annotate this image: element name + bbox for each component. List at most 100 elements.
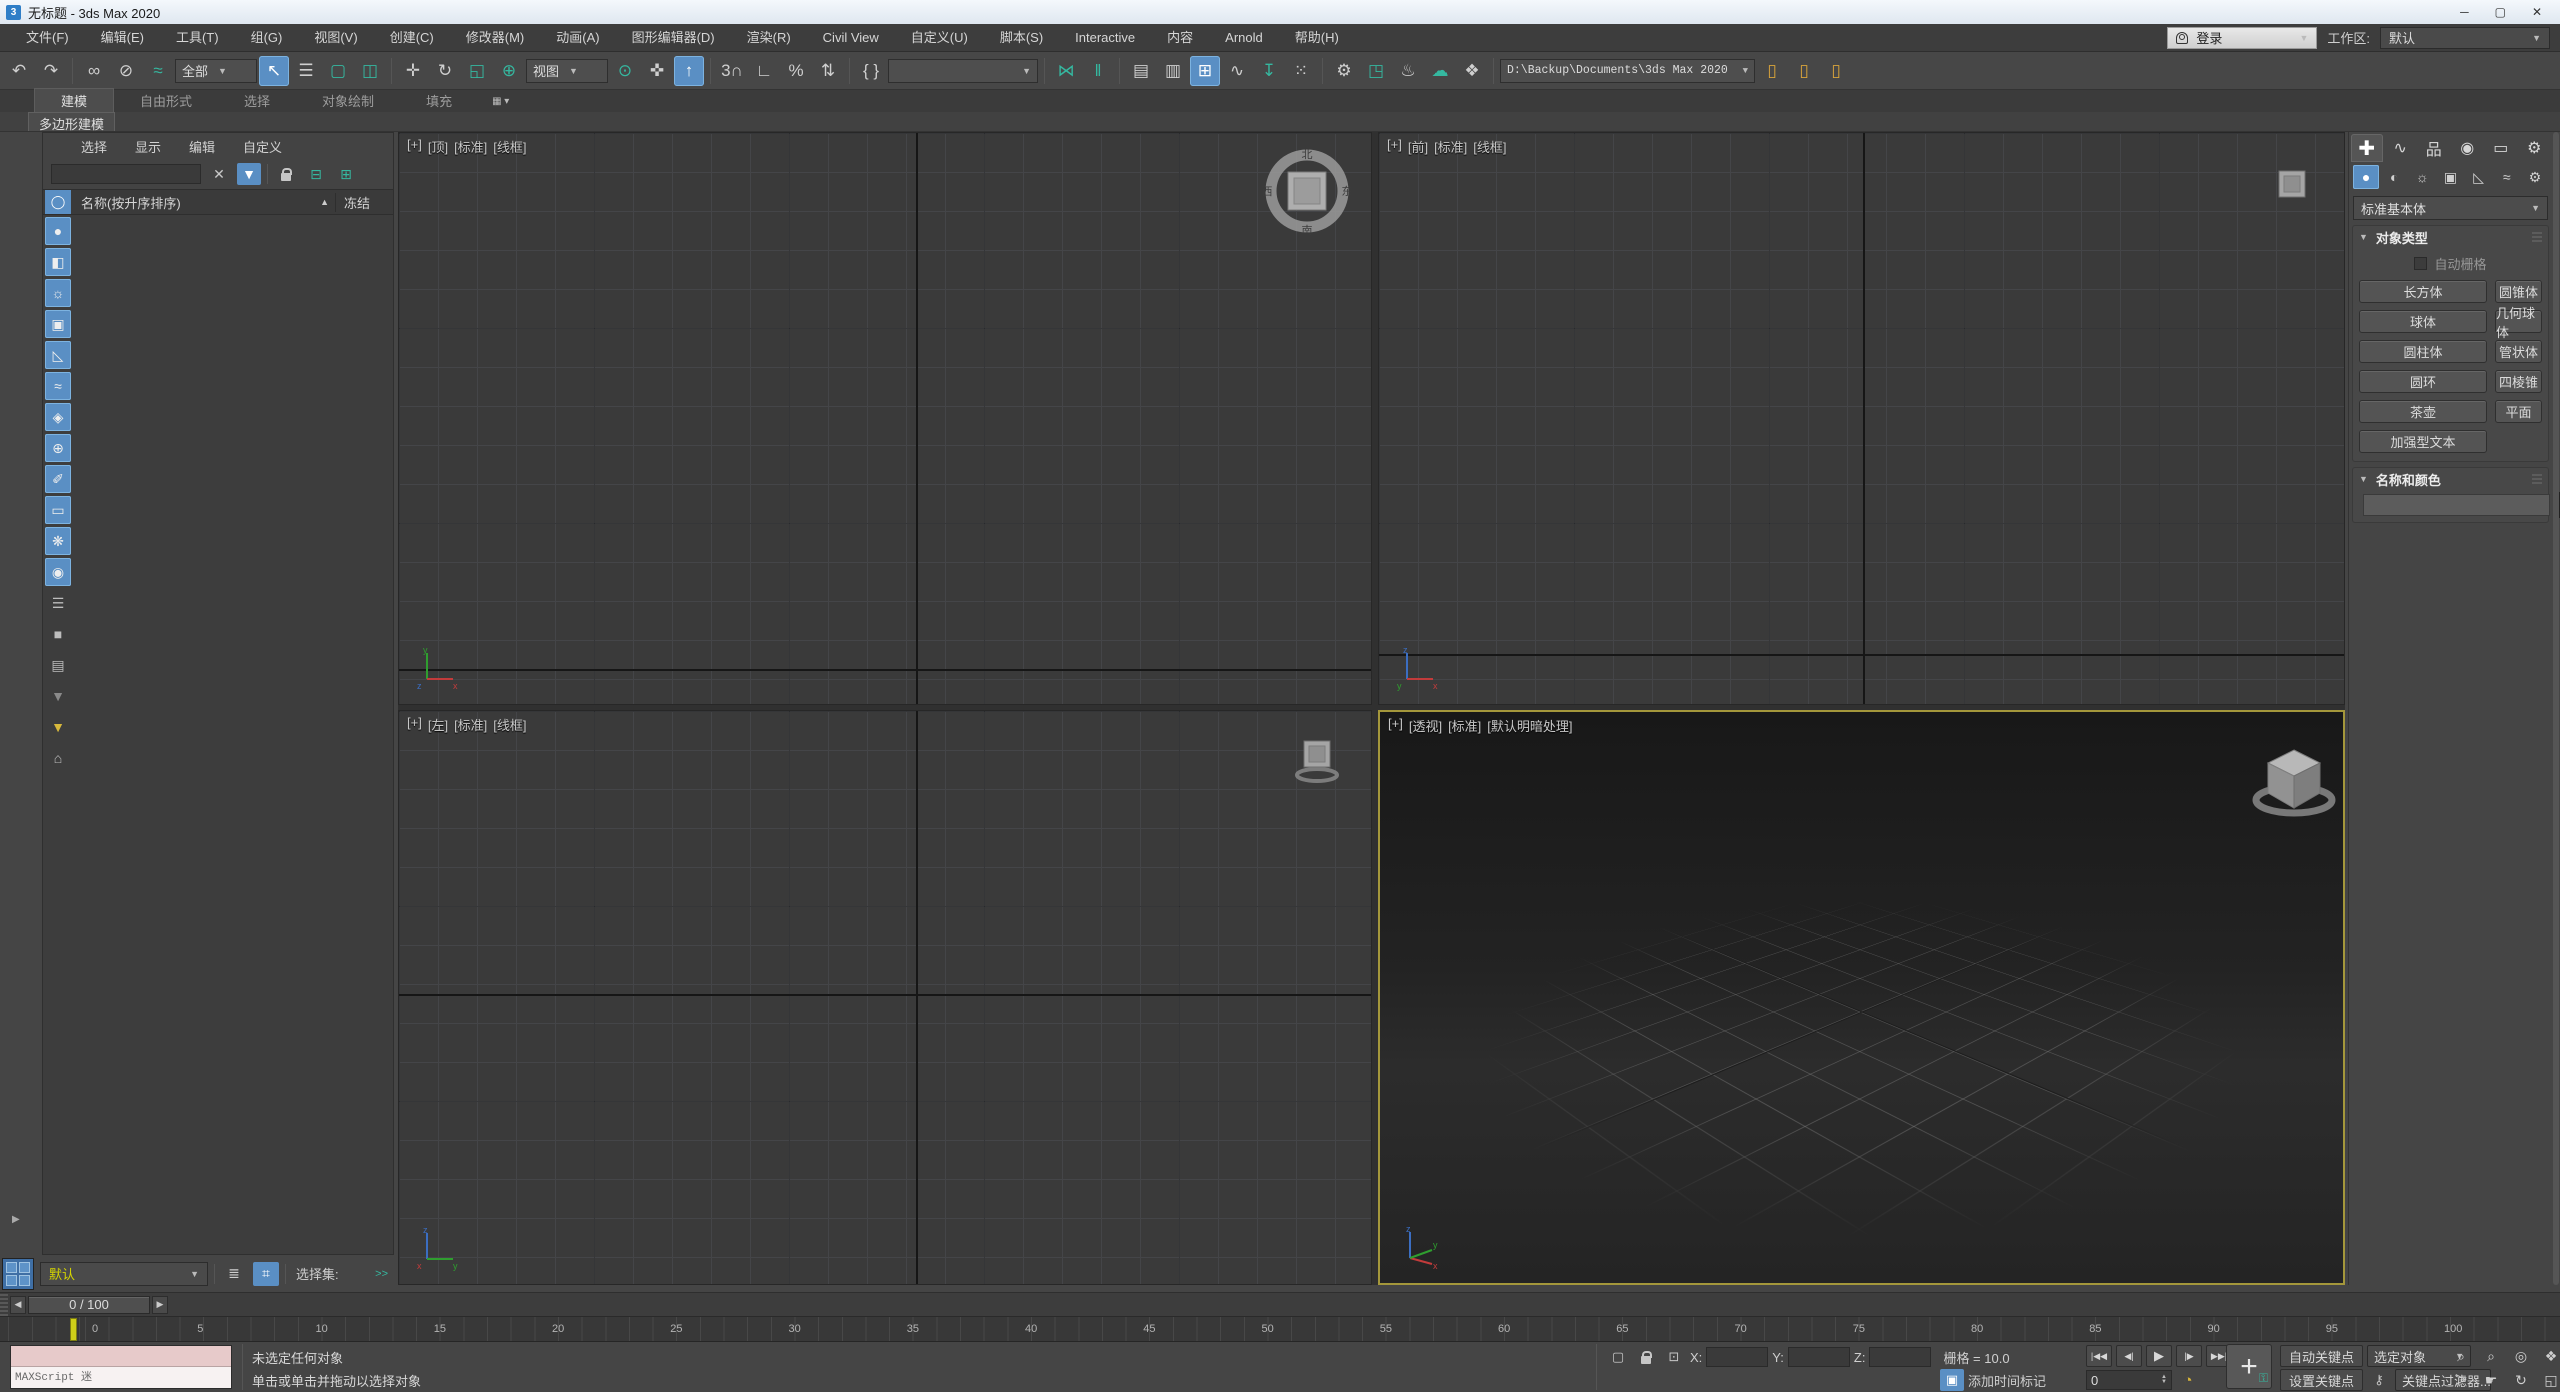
explorer-menu-display[interactable]: 显示 <box>123 137 173 156</box>
menu-views[interactable]: 视图(V) <box>298 24 373 52</box>
viewport-menu-general[interactable]: [+] <box>1388 716 1403 735</box>
viewport-menu-shading[interactable]: [线框] <box>493 715 526 734</box>
viewcube[interactable] <box>2244 736 2344 831</box>
filter-cameras-icon[interactable]: ▣ <box>45 310 71 338</box>
isolate-selection-toggle[interactable]: ▢ <box>1606 1346 1630 1368</box>
tab-motion[interactable]: ◉ <box>2452 134 2484 162</box>
use-pivot-point-button[interactable]: ⊙ <box>610 56 640 86</box>
select-and-scale-button[interactable]: ◱ <box>462 56 492 86</box>
menu-file[interactable]: 文件(F) <box>10 24 85 52</box>
funnel-disabled-icon[interactable]: ▼ <box>45 682 71 710</box>
angle-snap-toggle[interactable]: ∟ <box>749 56 779 86</box>
keyboard-shortcut-override-toggle[interactable]: ↑ <box>674 56 704 86</box>
menu-animation[interactable]: 动画(A) <box>540 24 615 52</box>
viewport-menu-renderer[interactable]: [标准] <box>1448 716 1481 735</box>
box-button[interactable]: 长方体 <box>2359 280 2487 303</box>
viewcube[interactable] <box>2275 167 2309 204</box>
name-color-rollout-header[interactable]: ▼ 名称和颜色 <box>2353 468 2548 490</box>
x-coordinate-field[interactable] <box>1706 1347 1768 1367</box>
viewcube[interactable]: 北 南 东 西 <box>1261 145 1353 240</box>
ribbon-tab-object-paint[interactable]: 对象绘制 <box>296 89 400 112</box>
render-setup-button[interactable]: ⚙ <box>1329 56 1359 86</box>
bind-to-spacewarp-icon[interactable]: ≈ <box>143 56 173 86</box>
explorer-menu-edit[interactable]: 编辑 <box>177 137 227 156</box>
filter-spacewarps-icon[interactable]: ≈ <box>45 372 71 400</box>
object-name-input[interactable] <box>2363 494 2550 516</box>
viewport-menu-pov[interactable]: [前] <box>1408 137 1428 156</box>
viewport-menu-renderer[interactable]: [标准] <box>1434 137 1467 156</box>
primitive-set-dropdown[interactable]: 标准基本体 ▼ <box>2353 196 2548 220</box>
cylinder-button[interactable]: 圆柱体 <box>2359 340 2487 363</box>
menu-civil-view[interactable]: Civil View <box>807 24 895 52</box>
funnel-icon[interactable]: ▼ <box>45 713 71 741</box>
select-and-move-button[interactable]: ✛ <box>398 56 428 86</box>
select-object-button[interactable]: ↖ <box>259 56 289 86</box>
filter-visibility-icon[interactable]: ◉ <box>45 558 71 586</box>
overflow-icon[interactable]: >> <box>375 1268 388 1280</box>
set-key-button[interactable]: 设置关键点 <box>2280 1369 2363 1391</box>
tab-modify[interactable]: ∿ <box>2385 134 2417 162</box>
render-in-cloud-button[interactable]: ☁ <box>1425 56 1455 86</box>
explorer-menu-customize[interactable]: 自定义 <box>231 137 294 156</box>
reference-coordinate-dropdown[interactable]: 视图 ▼ <box>526 59 608 83</box>
window-crossing-toggle[interactable]: ◫ <box>355 56 385 86</box>
maxscript-mini-listener[interactable]: MAXScript 迷 <box>10 1345 232 1389</box>
render-presets-button[interactable]: ❖ <box>1457 56 1487 86</box>
tab-hierarchy[interactable]: 品 <box>2418 134 2450 162</box>
frozen-column-header[interactable]: 冻结 <box>335 193 393 212</box>
select-and-link-icon[interactable]: ∞ <box>79 56 109 86</box>
category-systems-icon[interactable]: ⚙ <box>2522 165 2548 189</box>
viewport-menu-pov[interactable]: [顶] <box>428 137 448 156</box>
scene-explorer-list[interactable]: ● ◧ ☼ ▣ ◺ ≈ ◈ ⊕ ✐ ▭ ❋ ◉ ☰ ■ ▤ ▼ ▼ ⌂ <box>43 215 393 1254</box>
ribbon-subtab-polygon-modeling[interactable]: 多边形建模 <box>28 112 115 131</box>
tab-create[interactable]: ✚ <box>2351 134 2383 162</box>
viewport-menu-renderer[interactable]: [标准] <box>454 137 487 156</box>
viewcube[interactable] <box>1294 733 1340 788</box>
zoom-extents-all-icon[interactable]: ❖ <box>2538 1345 2560 1367</box>
sphere-button[interactable]: 球体 <box>2359 310 2487 333</box>
select-by-name-button[interactable]: ☰ <box>291 56 321 86</box>
snaps-toggle-3d[interactable]: 3∩ <box>717 56 747 86</box>
menu-content[interactable]: 内容 <box>1151 24 1209 52</box>
set-keys-button[interactable]: + ⚿ <box>2226 1344 2272 1389</box>
selection-filter-dropdown[interactable]: 全部 ▼ <box>175 59 257 83</box>
ribbon-tab-modeling[interactable]: 建模 <box>34 88 114 112</box>
category-spacewarps-icon[interactable]: ≈ <box>2494 165 2520 189</box>
pan-hand-icon[interactable]: ☛ <box>2478 1369 2504 1391</box>
y-coordinate-field[interactable] <box>1788 1347 1850 1367</box>
category-shapes-icon[interactable]: ◐ <box>2381 165 2407 189</box>
close-button[interactable]: ✕ <box>2532 5 2542 19</box>
filter-groups-icon[interactable]: ◈ <box>45 403 71 431</box>
menu-create[interactable]: 创建(C) <box>374 24 450 52</box>
row-type-icon[interactable]: ◯ <box>45 190 71 214</box>
menu-scripting[interactable]: 脚本(S) <box>984 24 1059 52</box>
ribbon-tab-populate[interactable]: 填充 <box>400 89 478 112</box>
listener-output-row[interactable]: MAXScript 迷 <box>11 1367 231 1388</box>
next-frame-button[interactable]: ▶ <box>152 1296 168 1314</box>
menu-tools[interactable]: 工具(T) <box>160 24 235 52</box>
search-input[interactable] <box>51 164 201 184</box>
menu-customize[interactable]: 自定义(U) <box>895 24 984 52</box>
viewport-menu-pov[interactable]: [透视] <box>1409 716 1442 735</box>
cone-button[interactable]: 圆锥体 <box>2495 280 2542 303</box>
toggle-ribbon-button[interactable]: ⊞ <box>1190 56 1220 86</box>
lock-icon[interactable] <box>274 163 298 185</box>
viewport-menu-general[interactable]: [+] <box>1387 137 1402 156</box>
asset-tracking-icon[interactable]: ▯ <box>1821 56 1851 86</box>
zoom-icon[interactable]: ⌕ <box>2448 1345 2474 1367</box>
toggle-scene-explorer-button[interactable]: ▤ <box>1126 56 1156 86</box>
filter-geometry-icon[interactable]: ● <box>45 217 71 245</box>
viewport-menu-shading[interactable]: [线框] <box>493 137 526 156</box>
project-settings-icon[interactable]: ▯ <box>1757 56 1787 86</box>
play-button[interactable]: ▶ <box>2146 1345 2172 1367</box>
filter-icon[interactable]: ▼ <box>237 163 261 185</box>
ribbon-tab-freeform[interactable]: 自由形式 <box>114 89 218 112</box>
workspace-dropdown[interactable]: 默认 ▼ <box>2380 27 2550 49</box>
key-filters-icon[interactable]: ⚷ <box>2367 1369 2391 1391</box>
clear-search-icon[interactable]: ✕ <box>207 163 231 185</box>
previous-frame-button[interactable]: ◀ <box>10 1296 26 1314</box>
z-coordinate-field[interactable] <box>1869 1347 1931 1367</box>
spinner-icon[interactable]: ▲ ▼ <box>2161 1375 2167 1385</box>
menu-interactive[interactable]: Interactive <box>1059 24 1151 52</box>
container-icon[interactable]: ⌂ <box>45 744 71 772</box>
